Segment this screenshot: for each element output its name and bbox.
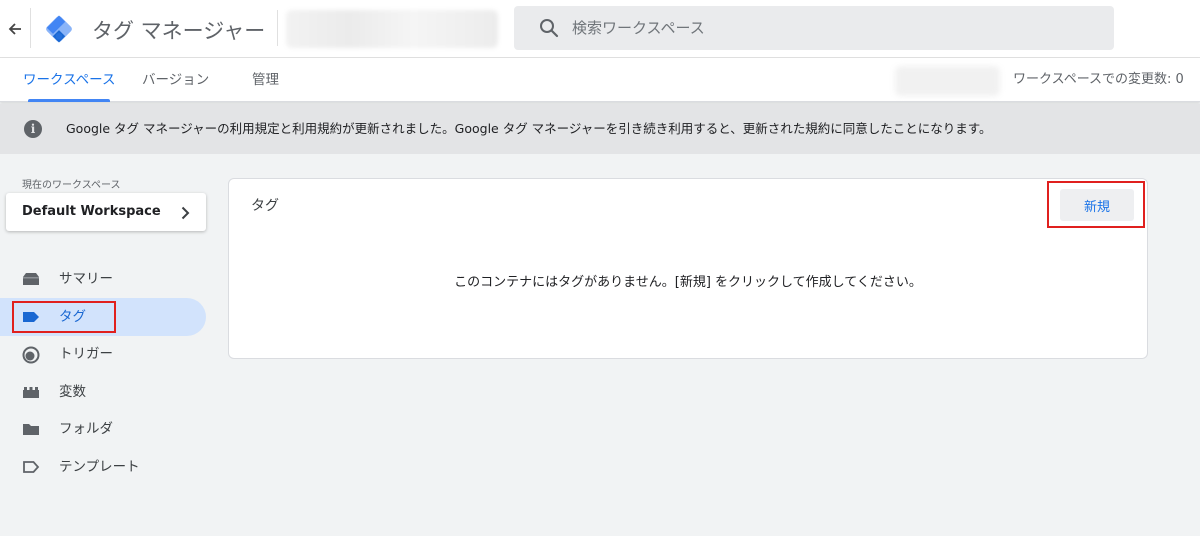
tab-bar: ワークスペース バージョン 管理 ワークスペースでの変更数: 0	[0, 58, 1200, 102]
sidebar-item-variables[interactable]: 変数	[0, 373, 206, 411]
info-icon: i	[24, 120, 42, 138]
sidebar-item-label: サマリー	[59, 271, 113, 287]
workspace-changes-count: ワークスペースでの変更数: 0	[1013, 72, 1184, 87]
app-bar: タグ マネージャー	[0, 0, 1200, 58]
divider	[30, 8, 31, 48]
notice-text: Google タグ マネージャーの利用規定と利用規約が更新されました。Googl…	[66, 121, 992, 136]
tab-versions[interactable]: バージョン	[142, 58, 209, 102]
tags-card: タグ 新規 このコンテナにはタグがありません。[新規] をクリックして作成してく…	[228, 178, 1148, 359]
workspace-name: Default Workspace	[22, 204, 161, 219]
sidebar-item-label: テンプレート	[59, 459, 140, 475]
card-title: タグ	[251, 198, 279, 214]
sidebar-item-label: フォルダ	[59, 421, 113, 437]
sidebar-item-summary[interactable]: サマリー	[0, 260, 206, 298]
variables-icon	[22, 384, 40, 400]
summary-icon	[22, 271, 40, 287]
template-icon	[22, 459, 40, 475]
account-container-selector[interactable]	[286, 10, 498, 48]
trigger-icon	[22, 346, 40, 364]
blurred-region	[895, 66, 1000, 96]
notice-banner: i Google タグ マネージャーの利用規定と利用規約が更新されました。Goo…	[0, 104, 1200, 154]
sidebar-item-label: 変数	[59, 384, 86, 400]
highlight-box	[12, 301, 116, 333]
tab-workspace[interactable]: ワークスペース	[23, 58, 115, 102]
search-input[interactable]	[572, 6, 1092, 50]
gtm-logo-icon[interactable]	[44, 14, 74, 44]
empty-state-message: このコンテナにはタグがありません。[新規] をクリックして作成してください。	[454, 275, 922, 290]
folder-icon	[22, 421, 40, 437]
workspace-selector[interactable]: Default Workspace	[6, 193, 206, 231]
sidebar-item-templates[interactable]: テンプレート	[0, 448, 206, 486]
active-tab-indicator	[28, 99, 110, 102]
new-tag-button[interactable]: 新規	[1060, 189, 1134, 221]
sidebar-item-label: トリガー	[59, 346, 113, 362]
sidebar-item-triggers[interactable]: トリガー	[0, 335, 206, 373]
chevron-right-icon	[178, 205, 192, 220]
current-workspace-label: 現在のワークスペース	[22, 180, 121, 191]
search-icon	[538, 17, 560, 39]
divider	[277, 10, 278, 46]
app-title: タグ マネージャー	[92, 19, 266, 43]
search-bar[interactable]	[514, 6, 1114, 50]
arrow-back-icon[interactable]	[6, 18, 24, 40]
tab-admin[interactable]: 管理	[252, 58, 279, 102]
sidebar-item-folders[interactable]: フォルダ	[0, 410, 206, 448]
